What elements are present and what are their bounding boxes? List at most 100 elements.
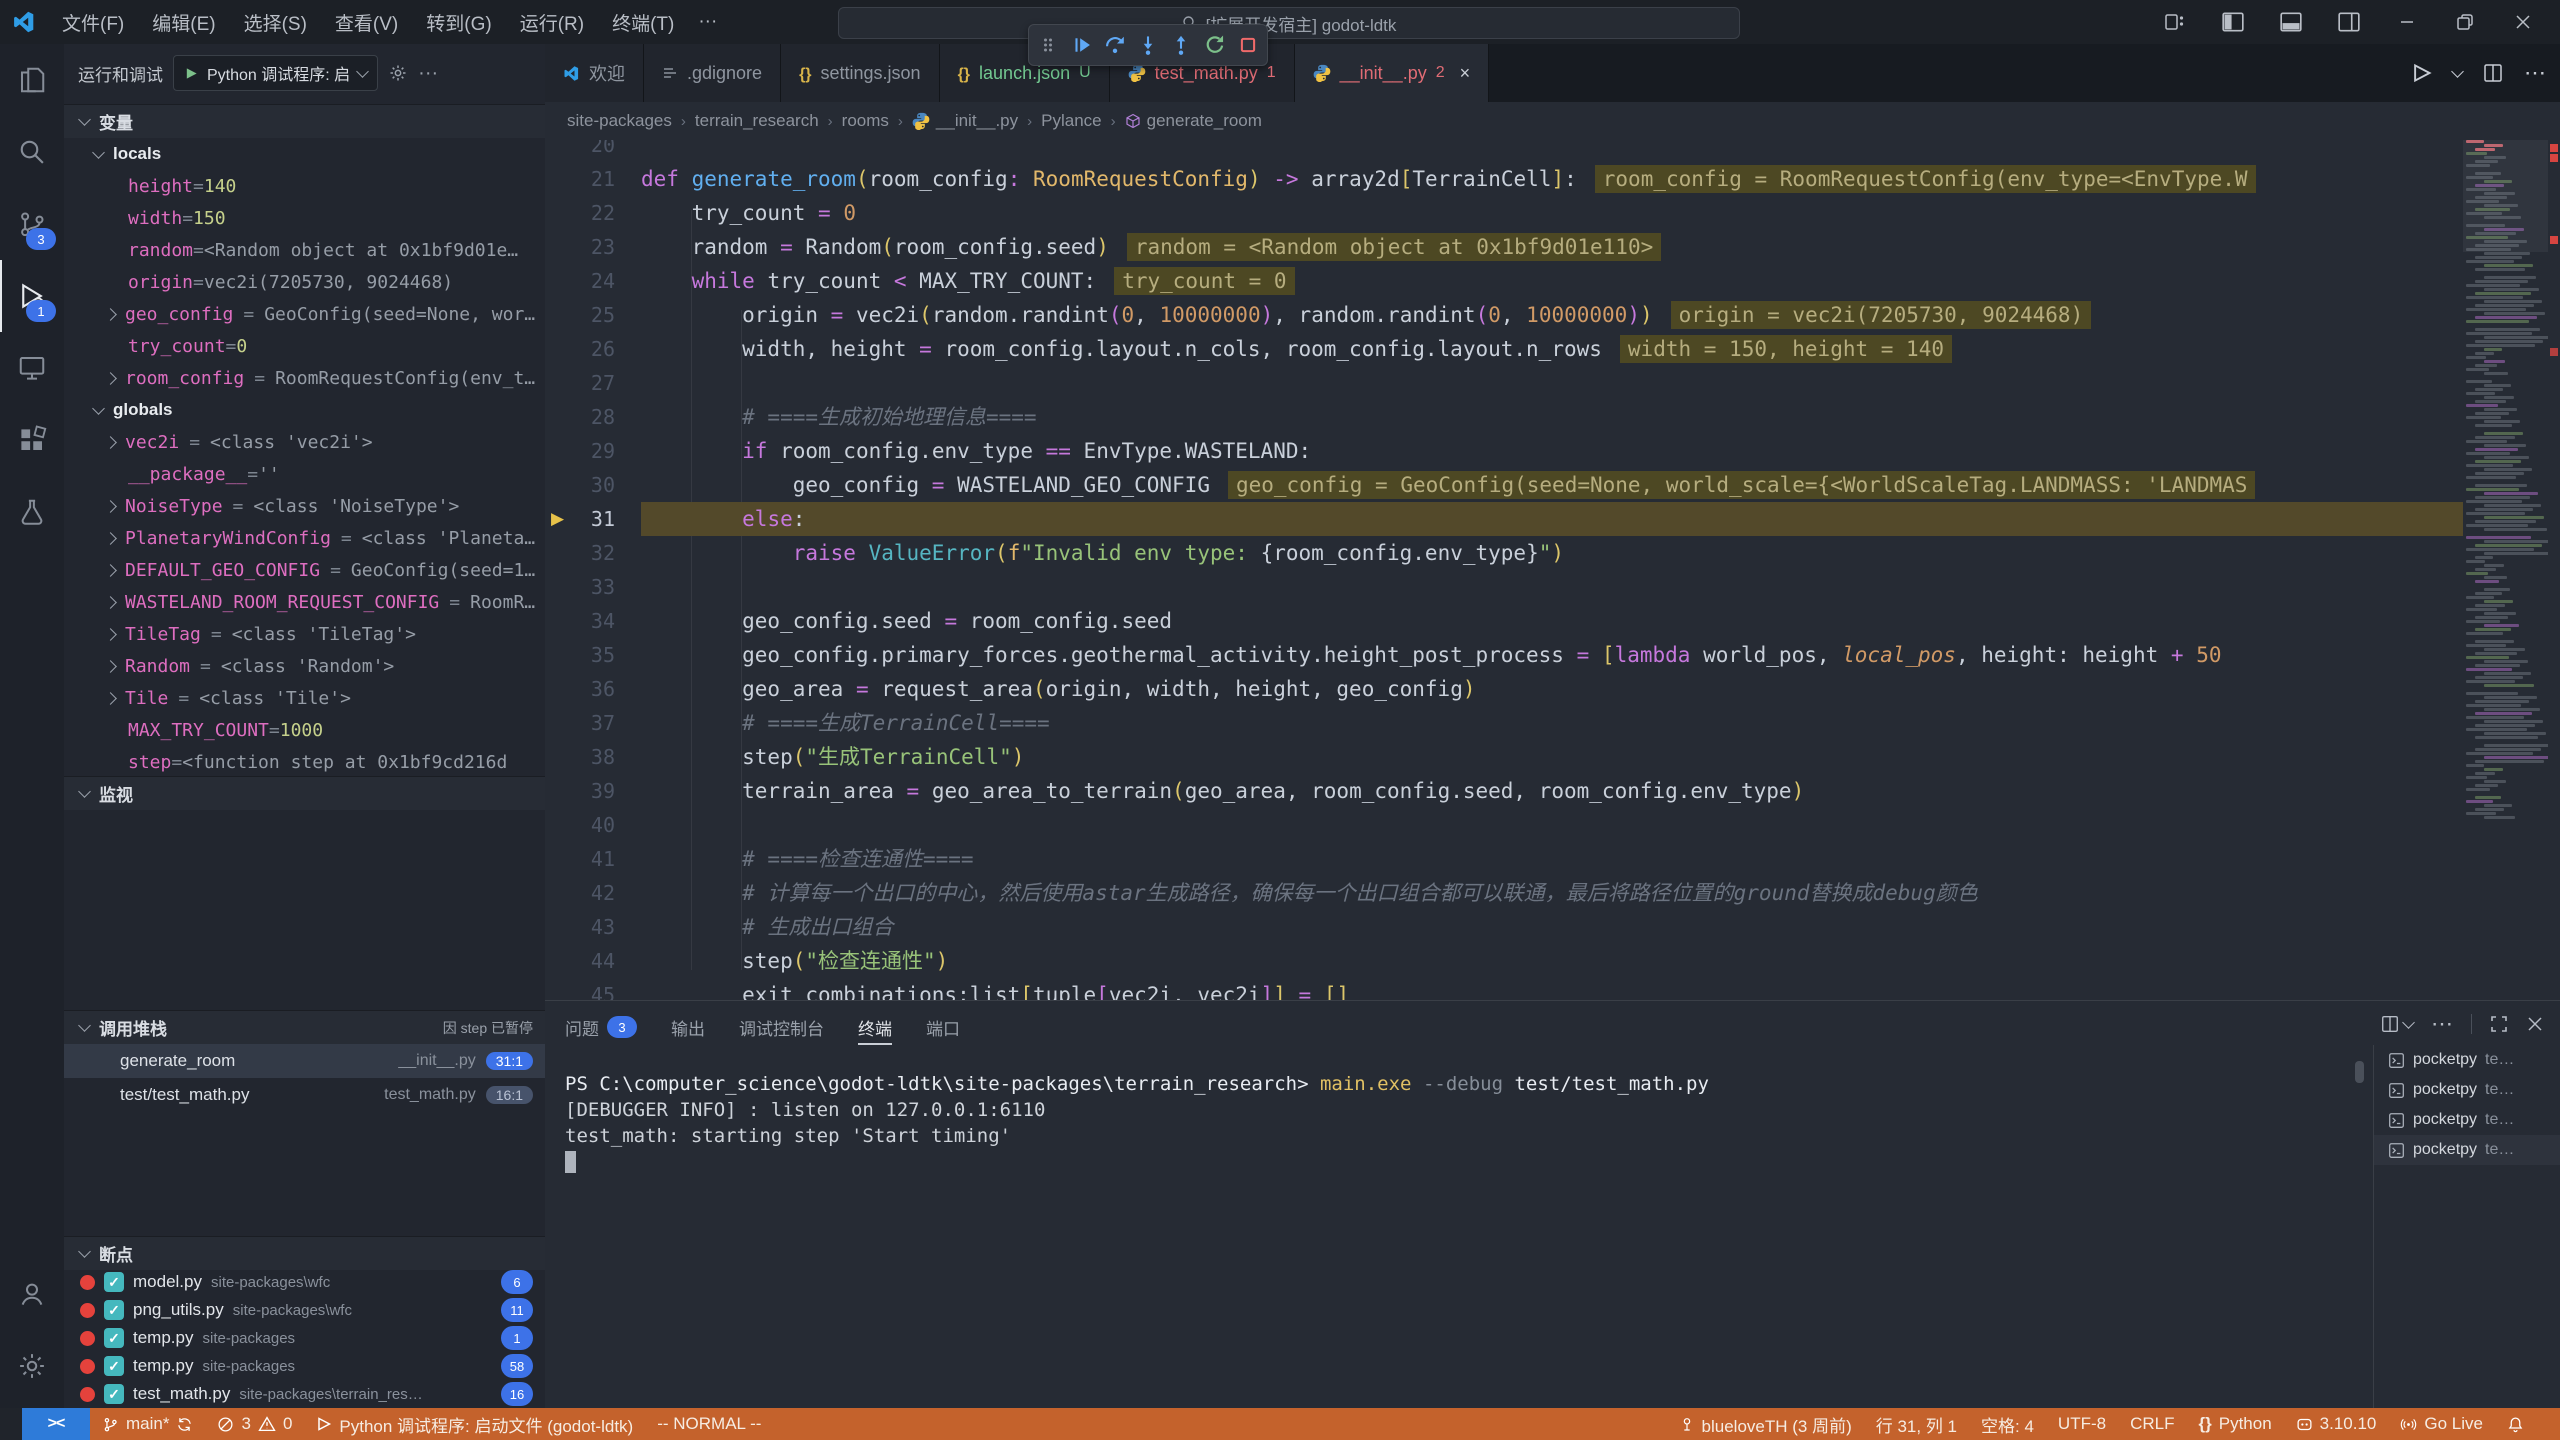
- variable-row[interactable]: step = <function step at 0x1bf9cd216d: [64, 746, 545, 776]
- language-mode-item[interactable]: {} Python: [2187, 1408, 2284, 1440]
- code-line[interactable]: 35 geo_config.primary_forces.geothermal_…: [545, 638, 2463, 672]
- variable-row[interactable]: NoiseType = <class 'NoiseType'>: [64, 490, 545, 522]
- gutter[interactable]: 21: [545, 162, 641, 196]
- continue-button[interactable]: [1068, 31, 1096, 59]
- breakpoint-row[interactable]: ✓test_math.pysite-packages\terrain_res…1…: [64, 1380, 545, 1408]
- step-out-button[interactable]: [1167, 31, 1195, 59]
- variable-row[interactable]: try_count = 0: [64, 330, 545, 362]
- testing-icon[interactable]: [0, 476, 64, 548]
- explorer-icon[interactable]: [0, 44, 64, 116]
- editor-more-icon[interactable]: ⋯: [2524, 60, 2546, 86]
- run-and-debug-icon[interactable]: 1: [0, 260, 64, 332]
- watch-section-header[interactable]: 监视: [64, 776, 545, 810]
- breadcrumb-item[interactable]: terrain_research: [695, 111, 819, 131]
- code-line[interactable]: 39 terrain_area = geo_area_to_terrain(ge…: [545, 774, 2463, 808]
- gutter[interactable]: 45: [545, 978, 641, 1000]
- gutter[interactable]: ▶31: [545, 502, 641, 536]
- eol-item[interactable]: CRLF: [2118, 1408, 2186, 1440]
- variable-row[interactable]: height = 140: [64, 170, 545, 202]
- gutter[interactable]: 40: [545, 808, 641, 842]
- run-dropdown-chevron-icon[interactable]: [2451, 65, 2464, 78]
- python-version-item[interactable]: 3.10.10: [2284, 1408, 2389, 1440]
- variable-row[interactable]: Tile = <class 'Tile'>: [64, 682, 545, 714]
- callstack-frame[interactable]: generate_room__init__.py31:1: [64, 1044, 545, 1078]
- menu-item[interactable]: 选择(S): [232, 5, 319, 40]
- git-branch-item[interactable]: main*: [90, 1408, 205, 1440]
- toggle-secondary-sidebar-icon[interactable]: [2330, 5, 2368, 39]
- step-over-button[interactable]: [1101, 31, 1129, 59]
- code-line[interactable]: 33: [545, 570, 2463, 604]
- remote-indicator[interactable]: ><: [22, 1408, 90, 1440]
- toggle-sidebar-icon[interactable]: [2214, 5, 2252, 39]
- code-line[interactable]: 22 try_count = 0: [545, 196, 2463, 230]
- split-editor-icon[interactable]: [2482, 62, 2504, 84]
- gutter[interactable]: 35: [545, 638, 641, 672]
- gutter[interactable]: 24: [545, 264, 641, 298]
- breakpoint-row[interactable]: ✓temp.pysite-packages58: [64, 1352, 545, 1380]
- code-line[interactable]: 32 raise ValueError(f"Invalid env type: …: [545, 536, 2463, 570]
- callstack-frame[interactable]: test/test_math.pytest_math.py16:1: [64, 1078, 545, 1112]
- code-line[interactable]: 29 if room_config.env_type == EnvType.WA…: [545, 434, 2463, 468]
- notifications-item[interactable]: [2495, 1408, 2536, 1440]
- gutter[interactable]: 26: [545, 332, 641, 366]
- close-panel-icon[interactable]: [2526, 1015, 2544, 1033]
- variable-row[interactable]: random = <Random object at 0x1bf9d01e…: [64, 234, 545, 266]
- terminal-instance-item[interactable]: pocketpyte…: [2374, 1105, 2560, 1135]
- stop-button[interactable]: [1234, 31, 1262, 59]
- run-python-file-icon[interactable]: [2411, 62, 2433, 84]
- minimap[interactable]: [2463, 140, 2548, 1000]
- checkbox-checked-icon[interactable]: ✓: [104, 1356, 124, 1376]
- code-line[interactable]: 38 step("生成TerrainCell"): [545, 740, 2463, 774]
- code-line[interactable]: 36 geo_area = request_area(origin, width…: [545, 672, 2463, 706]
- gutter[interactable]: 20: [545, 140, 641, 162]
- extensions-icon[interactable]: [0, 404, 64, 476]
- variable-row[interactable]: WASTELAND_ROOM_REQUEST_CONFIG = RoomR…: [64, 586, 545, 618]
- code-line[interactable]: 30 geo_config = WASTELAND_GEO_CONFIGgeo_…: [545, 468, 2463, 502]
- gutter[interactable]: 43: [545, 910, 641, 944]
- code-line[interactable]: 28 # ====生成初始地理信息====: [545, 400, 2463, 434]
- encoding-item[interactable]: UTF-8: [2046, 1408, 2118, 1440]
- close-icon[interactable]: ×: [1460, 63, 1471, 84]
- menubar-more[interactable]: ···: [686, 7, 729, 37]
- breakpoint-row[interactable]: ✓temp.pysite-packages1: [64, 1324, 545, 1352]
- menu-item[interactable]: 文件(F): [50, 5, 136, 40]
- gutter[interactable]: 34: [545, 604, 641, 638]
- terminal-instance-item[interactable]: pocketpyte…: [2374, 1135, 2560, 1165]
- breadcrumb-item[interactable]: Pylance: [1041, 111, 1101, 131]
- code-line[interactable]: 45 exit_combinations:list[tuple[vec2i, v…: [545, 978, 2463, 1000]
- variables-section-header[interactable]: 变量: [64, 104, 545, 138]
- menu-item[interactable]: 转到(G): [414, 5, 503, 40]
- tab---[interactable]: 欢迎: [545, 44, 644, 102]
- toggle-panel-icon[interactable]: [2272, 5, 2310, 39]
- restart-button[interactable]: [1201, 31, 1229, 59]
- breakpoints-section-header[interactable]: 断点: [64, 1236, 545, 1270]
- gutter[interactable]: 27: [545, 366, 641, 400]
- remote-explorer-icon[interactable]: [0, 332, 64, 404]
- code-line[interactable]: 24 while try_count < MAX_TRY_COUNT:try_c…: [545, 264, 2463, 298]
- variable-row[interactable]: width = 150: [64, 202, 545, 234]
- problems-item[interactable]: 3 0: [205, 1408, 304, 1440]
- code-line[interactable]: 25 origin = vec2i(random.randint(0, 1000…: [545, 298, 2463, 332]
- callstack-section-header[interactable]: 调用堆栈 因 step 已暂停: [64, 1010, 545, 1044]
- debug-settings-gear-icon[interactable]: [388, 63, 408, 83]
- go-live-item[interactable]: Go Live: [2388, 1408, 2495, 1440]
- panel-more-icon[interactable]: ⋯: [2431, 1011, 2453, 1037]
- settings-gear-icon[interactable]: [0, 1330, 64, 1402]
- step-into-button[interactable]: [1134, 31, 1162, 59]
- tab---init---py[interactable]: __init__.py2×: [1295, 44, 1490, 102]
- close-icon[interactable]: [2504, 5, 2542, 39]
- variable-row[interactable]: __package__ = '': [64, 458, 545, 490]
- breadcrumb-item[interactable]: site-packages: [567, 111, 672, 131]
- variable-row[interactable]: origin = vec2i(7205730, 9024468): [64, 266, 545, 298]
- indentation-item[interactable]: 空格: 4: [1969, 1408, 2046, 1440]
- terminal-output[interactable]: PS C:\computer_science\godot-ldtk\site-p…: [565, 1071, 2335, 1175]
- gutter[interactable]: 23: [545, 230, 641, 264]
- breadcrumb-item[interactable]: __init__.py: [912, 111, 1018, 131]
- code-line[interactable]: 41 # ====检查连通性====: [545, 842, 2463, 876]
- gutter[interactable]: 22: [545, 196, 641, 230]
- views-more-icon[interactable]: ···: [418, 62, 438, 85]
- gitlens-author-item[interactable]: blueloveTH (3 周前): [1667, 1408, 1864, 1440]
- code-line[interactable]: 27: [545, 366, 2463, 400]
- tab-settings-json[interactable]: {}settings.json: [781, 44, 940, 102]
- variable-row[interactable]: geo_config = GeoConfig(seed=None, wor…: [64, 298, 545, 330]
